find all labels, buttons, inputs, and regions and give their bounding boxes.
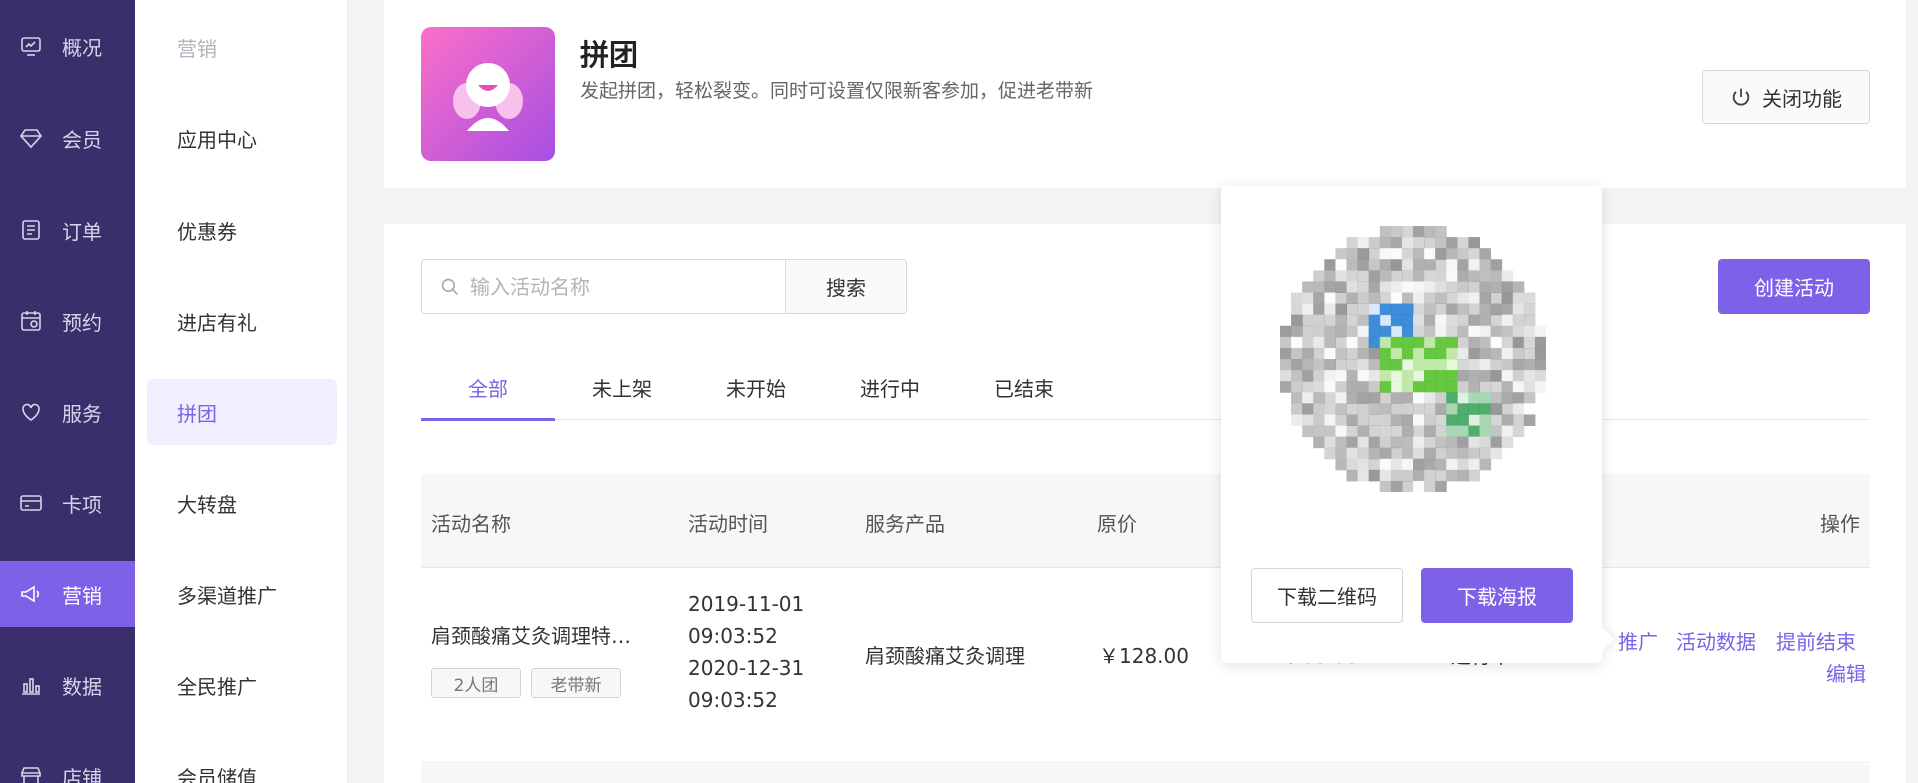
- search-input[interactable]: [470, 274, 770, 299]
- start-time: 09:03:52: [688, 624, 778, 648]
- activity-data-link[interactable]: 活动数据: [1676, 626, 1756, 655]
- page-title: 拼团: [580, 38, 639, 72]
- submenu-title: 营销: [177, 37, 217, 61]
- store-icon: [18, 763, 44, 783]
- start-date: 2019-11-01: [688, 592, 805, 616]
- submenu-item-member-stored-value[interactable]: 会员储值: [147, 743, 337, 783]
- th-name: 活动名称: [431, 512, 511, 536]
- qr-code-image: [1280, 226, 1547, 493]
- bar-chart-icon: [18, 672, 44, 698]
- service-product: 肩颈酸痛艾灸调理: [865, 644, 1025, 668]
- end-early-link[interactable]: 提前结束: [1776, 626, 1856, 655]
- nav-label: 概况: [62, 35, 102, 60]
- nav-label: 营销: [62, 583, 102, 608]
- tab-not-listed[interactable]: 未上架: [555, 354, 689, 420]
- edit-link[interactable]: 编辑: [1826, 658, 1866, 687]
- list-icon: [18, 217, 44, 243]
- submenu: 营销 应用中心 优惠券 进店有礼 拼团 大转盘 多渠道推广 全民推广 会员储值: [135, 0, 348, 783]
- submenu-item-group-buy[interactable]: 拼团: [147, 379, 337, 445]
- activity-name[interactable]: 肩颈酸痛艾灸调理特…: [431, 620, 631, 649]
- group-buy-app-icon: [421, 27, 555, 161]
- close-feature-label: 关闭功能: [1762, 86, 1842, 111]
- tab-all[interactable]: 全部: [421, 354, 555, 421]
- diamond-icon: [18, 125, 44, 151]
- nav-label: 预约: [62, 310, 102, 335]
- nav-item-data[interactable]: 数据: [0, 652, 135, 718]
- heart-hand-icon: [18, 399, 44, 425]
- nav-item-members[interactable]: 会员: [0, 105, 135, 171]
- table-row: 肩颈酸痛艾灸调理特… 2人团 老带新 2019-11-01 09:03:52 2…: [421, 568, 1870, 763]
- th-product: 服务产品: [865, 512, 945, 536]
- nav-item-marketing[interactable]: 营销: [0, 561, 135, 627]
- nav-label: 数据: [62, 674, 102, 699]
- nav-item-service[interactable]: 服务: [0, 379, 135, 445]
- status-tabs: 全部 未上架 未开始 进行中 已结束: [421, 354, 1870, 421]
- end-date: 2020-12-31: [688, 656, 805, 680]
- search-button[interactable]: 搜索: [785, 259, 907, 314]
- nav-item-store[interactable]: 店铺: [0, 743, 135, 783]
- tag-group-size: 2人团: [431, 668, 521, 698]
- tag-referral: 老带新: [531, 668, 621, 698]
- th-time: 活动时间: [688, 512, 768, 536]
- nav-label: 店铺: [62, 765, 102, 783]
- promote-link[interactable]: 推广: [1618, 626, 1658, 655]
- main-nav: 概况 会员 订单 预约 服务 卡项 营销 数据 店铺: [0, 0, 135, 783]
- end-time: 09:03:52: [688, 688, 778, 712]
- table-header: 活动名称 活动时间 服务产品 原价 操作: [421, 474, 1870, 568]
- nav-item-cards[interactable]: 卡项: [0, 470, 135, 536]
- submenu-item-welcome-gift[interactable]: 进店有礼: [147, 288, 337, 354]
- calendar-icon: [18, 308, 44, 334]
- download-poster-button[interactable]: 下载海报: [1421, 568, 1573, 623]
- submenu-item-referral[interactable]: 全民推广: [147, 652, 337, 718]
- tab-in-progress[interactable]: 进行中: [823, 354, 957, 420]
- create-activity-button[interactable]: 创建活动: [1718, 259, 1870, 314]
- promote-popover: 下载二维码 下载海报: [1221, 186, 1602, 663]
- th-price: 原价: [1097, 512, 1137, 536]
- nav-item-booking[interactable]: 预约: [0, 288, 135, 354]
- nav-label: 订单: [62, 219, 102, 244]
- original-price: ￥128.00: [1099, 644, 1189, 668]
- page-description: 发起拼团，轻松裂变。同时可设置仅限新客参加，促进老带新: [580, 80, 1094, 102]
- activity-panel: 搜索 创建活动 全部 未上架 未开始 进行中 已结束 活动名称 活动时间 服务产…: [384, 224, 1906, 783]
- monitor-icon: [18, 33, 44, 59]
- nav-item-orders[interactable]: 订单: [0, 197, 135, 263]
- nav-label: 会员: [62, 127, 102, 152]
- download-qr-button[interactable]: 下载二维码: [1251, 568, 1403, 623]
- submenu-item-coupons[interactable]: 优惠券: [147, 197, 337, 263]
- feature-header: 拼团 发起拼团，轻松裂变。同时可设置仅限新客参加，促进老带新 关闭功能: [384, 0, 1906, 188]
- th-actions: 操作: [1820, 512, 1860, 536]
- nav-label: 卡项: [62, 492, 102, 517]
- megaphone-icon: [18, 581, 44, 607]
- table-row-next: [421, 764, 1870, 783]
- search-box[interactable]: [421, 259, 786, 314]
- submenu-item-lucky-wheel[interactable]: 大转盘: [147, 470, 337, 536]
- tab-not-started[interactable]: 未开始: [689, 354, 823, 420]
- tab-ended[interactable]: 已结束: [957, 354, 1091, 420]
- nav-item-overview[interactable]: 概况: [0, 13, 135, 79]
- submenu-item-app-center[interactable]: 应用中心: [147, 105, 337, 171]
- submenu-item-multichannel[interactable]: 多渠道推广: [147, 561, 337, 627]
- card-icon: [18, 490, 44, 516]
- nav-label: 服务: [62, 401, 102, 426]
- search-icon: [441, 278, 459, 295]
- close-feature-button[interactable]: 关闭功能: [1702, 70, 1870, 124]
- power-icon: [1732, 88, 1750, 106]
